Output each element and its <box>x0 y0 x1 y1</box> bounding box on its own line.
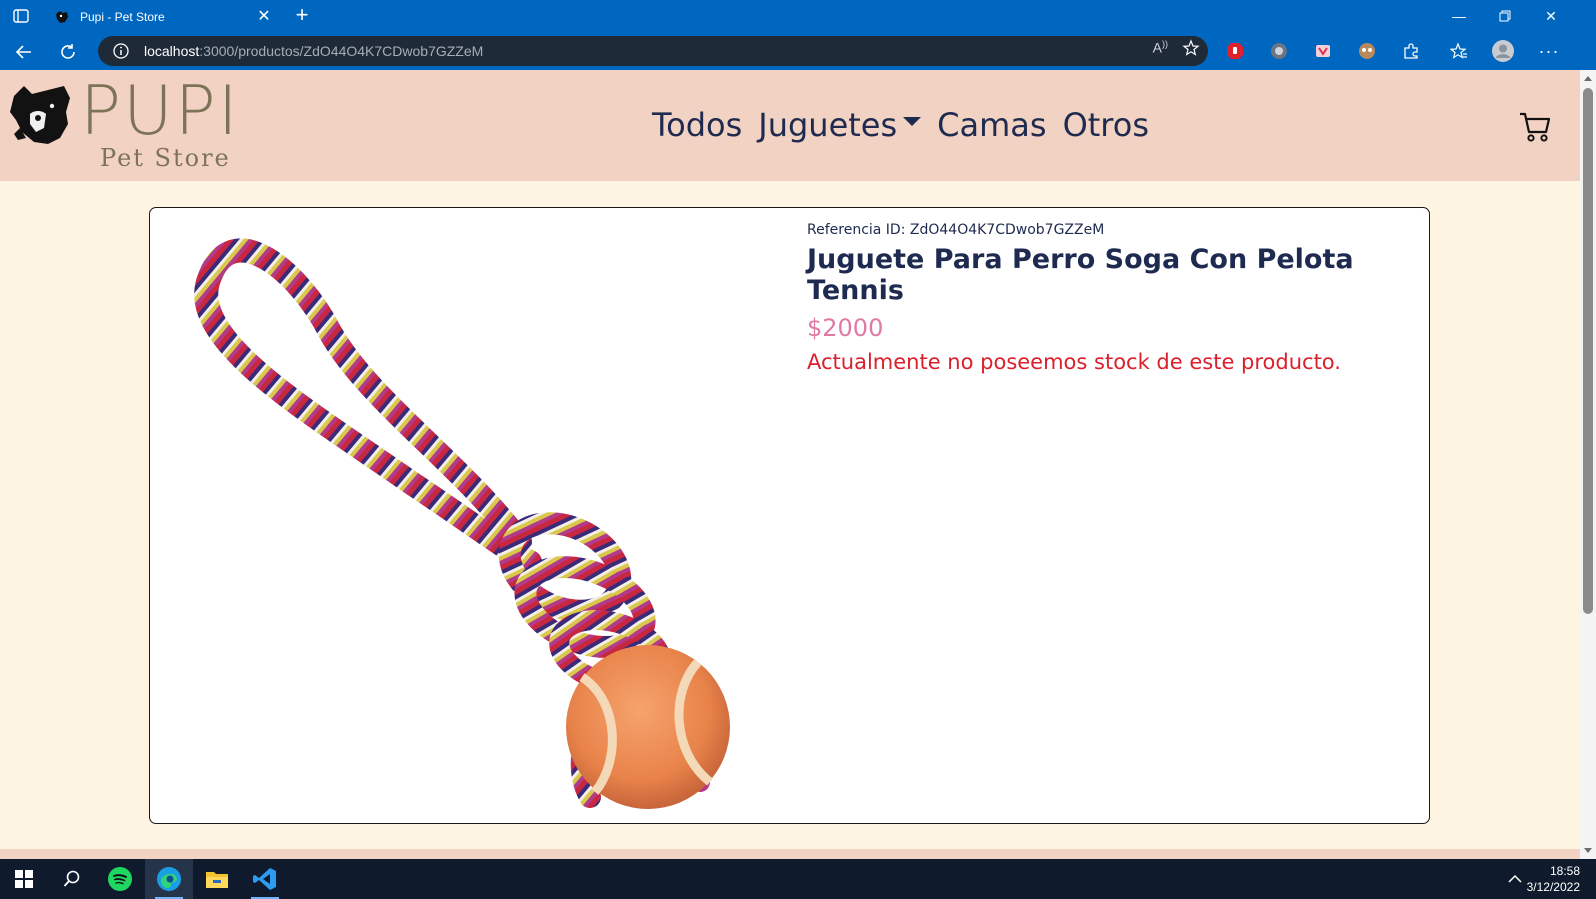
read-aloud-icon[interactable]: A)) <box>1153 39 1168 62</box>
url-path: :3000/productos/ZdO44O4K7CDwob7GZZeM <box>199 43 484 59</box>
close-tab-icon[interactable]: ✕ <box>256 9 272 25</box>
tab-actions-icon[interactable] <box>8 6 34 26</box>
profile-avatar[interactable] <box>1492 40 1514 62</box>
extensions-puzzle-icon[interactable] <box>1400 40 1422 62</box>
footer-strip <box>0 849 1580 859</box>
browser-tab[interactable]: Pupi - Pet Store ✕ <box>44 2 282 32</box>
windows-taskbar: 18:58 3/12/2022 <box>0 859 1596 899</box>
adblock-extension-icon[interactable] <box>1224 40 1246 62</box>
main-nav: Todos Juguetes Camas Otros <box>652 106 1149 144</box>
browser-toolbar: localhost:3000/productos/ZdO44O4K7CDwob7… <box>0 32 1596 70</box>
dog-favicon-icon <box>54 9 70 25</box>
nav-juguetes-dropdown[interactable]: Juguetes <box>758 106 922 144</box>
add-favorite-icon[interactable] <box>1182 39 1200 62</box>
product-price: $2000 <box>807 314 884 342</box>
out-of-stock-message: Actualmente no poseemos stock de este pr… <box>807 350 1341 374</box>
restore-icon[interactable] <box>1482 0 1528 32</box>
site-header: PUPI Pet Store Todos Juguetes Camas Otro… <box>0 70 1580 181</box>
extension-icon[interactable] <box>1312 40 1334 62</box>
url-host: localhost <box>144 43 200 59</box>
clock-time: 18:58 <box>1549 864 1580 878</box>
chevron-down-icon <box>903 116 922 126</box>
file-explorer-icon[interactable] <box>193 859 241 899</box>
site-info-icon[interactable] <box>112 42 130 60</box>
pupi-logo[interactable]: PUPI Pet Store <box>8 78 258 174</box>
favorites-icon[interactable] <box>1448 40 1470 62</box>
close-window-icon[interactable]: ✕ <box>1528 0 1574 32</box>
search-icon[interactable] <box>48 859 96 899</box>
nav-otros[interactable]: Otros <box>1063 106 1149 144</box>
page-scrollbar[interactable] <box>1580 70 1596 859</box>
product-info: Referencia ID: ZdO44O4K7CDwob7GZZeM Jugu… <box>807 222 1429 374</box>
extension-icon[interactable] <box>1356 40 1378 62</box>
minimize-icon[interactable]: — <box>1436 0 1482 32</box>
nav-todos[interactable]: Todos <box>652 106 742 144</box>
extension-icon[interactable] <box>1268 40 1290 62</box>
edge-browser-icon[interactable] <box>145 859 193 899</box>
browser-titlebar: Pupi - Pet Store ✕ + — ✕ <box>0 0 1596 32</box>
product-image <box>194 238 730 809</box>
tab-title: Pupi - Pet Store <box>80 10 165 24</box>
vscode-icon[interactable] <box>241 859 289 899</box>
product-card: Referencia ID: ZdO44O4K7CDwob7GZZeM Jugu… <box>149 207 1430 824</box>
new-tab-icon[interactable]: + <box>290 4 314 28</box>
chevron-up-icon[interactable] <box>1508 871 1522 889</box>
spotify-icon[interactable] <box>96 859 144 899</box>
logo-wordmark: PUPI <box>80 72 240 151</box>
dog-head-icon <box>10 86 70 144</box>
scroll-thumb[interactable] <box>1583 88 1593 614</box>
windows-start-icon[interactable] <box>0 859 48 899</box>
scroll-down-icon[interactable] <box>1584 848 1592 853</box>
clock-date: 3/12/2022 <box>1526 880 1580 894</box>
more-options-icon[interactable]: ··· <box>1538 40 1560 62</box>
product-reference: Referencia ID: ZdO44O4K7CDwob7GZZeM <box>807 222 1105 238</box>
product-title: Juguete Para Perro Soga Con Pelota Tenni… <box>807 244 1354 306</box>
back-icon[interactable] <box>10 38 38 66</box>
nav-juguetes-label: Juguetes <box>758 106 898 144</box>
address-bar[interactable]: localhost:3000/productos/ZdO44O4K7CDwob7… <box>98 36 1208 66</box>
refresh-icon[interactable] <box>54 38 82 66</box>
nav-camas[interactable]: Camas <box>937 106 1046 144</box>
logo-subtitle: Pet Store <box>100 144 231 172</box>
system-clock[interactable]: 18:58 3/12/2022 <box>1527 863 1580 895</box>
scroll-up-icon[interactable] <box>1584 76 1592 81</box>
shopping-cart-icon[interactable] <box>1518 110 1552 144</box>
